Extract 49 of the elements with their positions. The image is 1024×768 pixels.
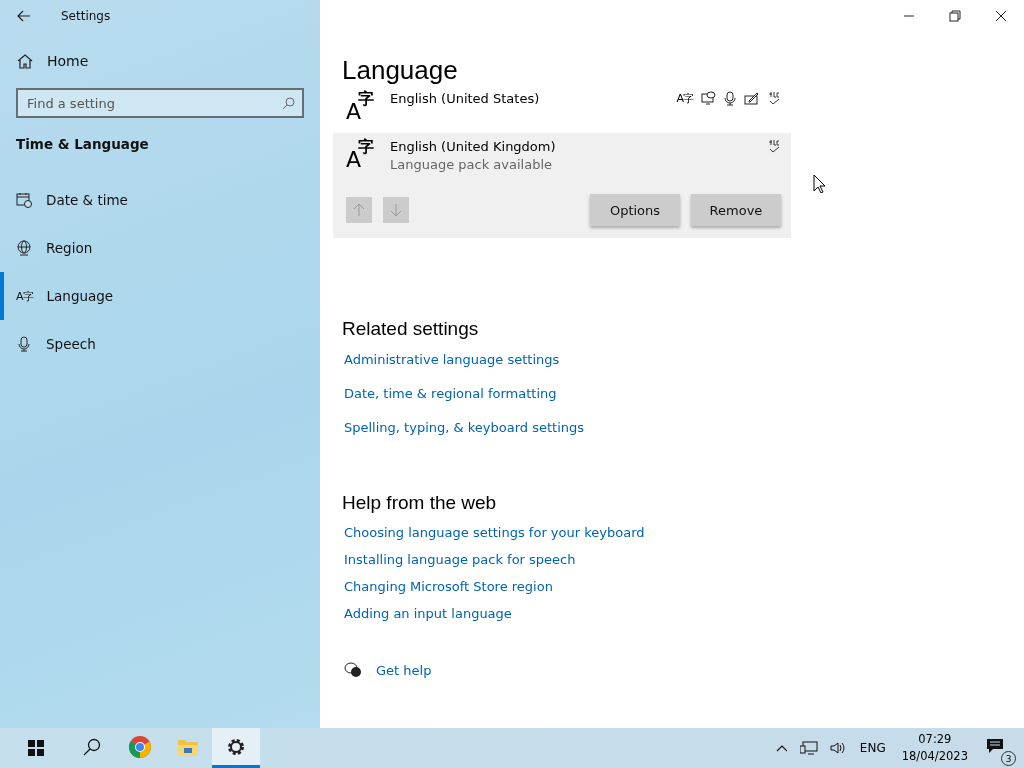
sidebar-item[interactable]: Date & time bbox=[0, 176, 320, 224]
close-icon[interactable] bbox=[995, 10, 1007, 22]
help-link[interactable]: Adding an input language bbox=[344, 606, 512, 622]
cursor-icon bbox=[813, 174, 825, 193]
get-help-link[interactable]: Get help bbox=[376, 662, 432, 678]
network-icon[interactable] bbox=[799, 740, 818, 756]
input-language-indicator[interactable]: ENG bbox=[859, 741, 886, 755]
display-chat-icon bbox=[701, 91, 716, 105]
gear-icon bbox=[226, 736, 246, 757]
search-field[interactable]: Find a setting bbox=[16, 88, 304, 118]
section-heading: Time & Language bbox=[15, 135, 150, 154]
language-icon: A字 bbox=[676, 90, 693, 106]
home-link[interactable]: Home bbox=[47, 53, 89, 69]
start-icon[interactable] bbox=[28, 740, 44, 756]
help-link[interactable]: Changing Microsoft Store region bbox=[344, 579, 553, 595]
arrow-up-icon bbox=[353, 203, 365, 217]
sidebar-item[interactable]: Region bbox=[0, 224, 320, 272]
settings-link[interactable]: Spelling, typing, & keyboard settings bbox=[344, 420, 585, 435]
language-icon: A字 bbox=[16, 288, 33, 304]
search-icon bbox=[282, 97, 295, 110]
section-heading: Help from the web bbox=[342, 492, 497, 514]
microphone-icon bbox=[724, 90, 736, 106]
clock[interactable]: 07:29 18/04/2023 bbox=[901, 731, 968, 765]
help-link[interactable]: Choosing language settings for your keyboard bbox=[344, 525, 645, 541]
handwriting-icon bbox=[744, 91, 759, 105]
section-heading: Related settings bbox=[342, 318, 479, 340]
arrow-down-icon bbox=[390, 203, 402, 217]
chevron-up-icon[interactable] bbox=[775, 744, 788, 752]
calendar-icon bbox=[16, 192, 32, 208]
help-chat-icon bbox=[344, 662, 362, 678]
settings-link[interactable]: Administrative language settings bbox=[344, 352, 560, 367]
microphone-icon bbox=[16, 336, 32, 352]
page-title: Language bbox=[342, 55, 458, 85]
home-icon bbox=[17, 53, 33, 69]
browser-icon bbox=[128, 734, 152, 759]
search-icon bbox=[83, 737, 101, 756]
help-link[interactable]: Installing language pack for speech bbox=[344, 552, 576, 568]
notification-icon[interactable] bbox=[986, 738, 1004, 754]
globe-icon bbox=[16, 240, 32, 256]
settings-taskbar-button[interactable] bbox=[212, 728, 260, 768]
window-title: Settings bbox=[61, 9, 111, 23]
notification-count: 3 bbox=[1001, 751, 1016, 766]
settings-link[interactable]: Date, time & regional formatting bbox=[344, 386, 557, 401]
sidebar-item[interactable]: Speech bbox=[0, 320, 320, 368]
volume-icon[interactable] bbox=[829, 741, 846, 755]
action-button[interactable]: Remove bbox=[691, 194, 781, 226]
restore-icon[interactable] bbox=[949, 10, 961, 22]
action-button[interactable]: Options bbox=[590, 194, 680, 226]
back-icon[interactable] bbox=[17, 10, 31, 22]
